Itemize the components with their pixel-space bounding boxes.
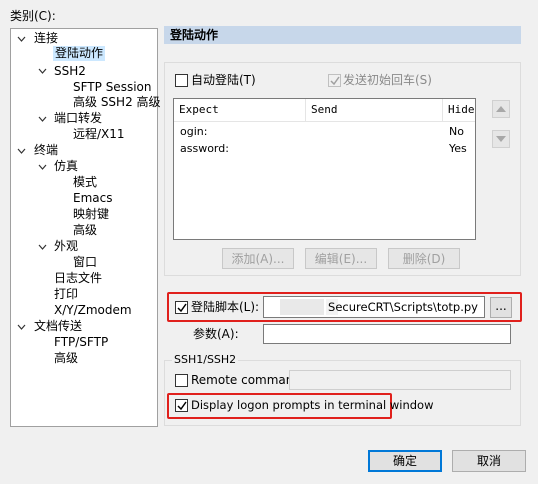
check-icon (330, 76, 340, 86)
tree-item-advanced-emulation[interactable]: 高级 (73, 223, 97, 238)
auto-logon-label[interactable]: 自动登陆(T) (191, 73, 256, 87)
send-initial-cr-checkbox[interactable] (328, 74, 341, 87)
display-prompts-checkbox[interactable] (175, 399, 188, 412)
tree-item-emacs[interactable]: Emacs (73, 191, 112, 206)
logon-script-checkbox[interactable] (175, 301, 188, 314)
collapse-icon[interactable] (38, 243, 47, 252)
collapse-icon[interactable] (38, 163, 47, 172)
remote-command-label[interactable]: Remote command: (191, 373, 305, 387)
panel-header: 登陆动作 (164, 26, 521, 44)
browse-button[interactable]: ... (490, 297, 512, 318)
collapse-icon[interactable] (17, 147, 26, 156)
tree-item-appearance[interactable]: 外观 (54, 239, 78, 254)
edit-button[interactable]: 编辑(E)... (305, 248, 377, 269)
category-label: 类别(C): (10, 9, 56, 23)
category-tree[interactable]: 连接 登陆动作 SSH2 SFTP Session 高级 SSH2 高级 端口转… (10, 28, 161, 427)
display-prompts-label[interactable]: Display logon prompts in terminal window (191, 398, 434, 412)
tree-item-ssh2[interactable]: SSH2 (54, 64, 86, 79)
collapse-icon[interactable] (17, 323, 26, 332)
table-row-hide[interactable]: Yes (449, 142, 467, 156)
tree-item-sftp-session[interactable]: SFTP Session (73, 80, 151, 95)
tree-item-xyz-modem[interactable]: X/Y/Zmodem (54, 303, 132, 318)
table-row-expect[interactable]: ogin: (180, 125, 207, 139)
logon-script-label[interactable]: 登陆脚本(L): (191, 300, 259, 314)
cancel-button[interactable]: 取消 (452, 450, 526, 472)
tree-item-printing[interactable]: 打印 (54, 287, 78, 302)
move-up-button[interactable] (492, 100, 510, 118)
collapse-icon[interactable] (38, 67, 47, 76)
delete-button[interactable]: 删除(D) (388, 248, 460, 269)
column-header-hide[interactable]: Hide (443, 99, 475, 121)
collapse-icon[interactable] (38, 115, 47, 124)
tree-item-emulation[interactable]: 仿真 (54, 159, 78, 174)
arguments-label: 参数(A): (193, 327, 239, 341)
tree-item-log-file[interactable]: 日志文件 (54, 271, 102, 286)
expect-send-list[interactable]: Expect Send Hide ogin: No assword: Yes (173, 98, 476, 240)
tree-item-port-forwarding[interactable]: 端口转发 (54, 111, 102, 126)
tree-item-file-transfer[interactable]: 文档传送 (34, 319, 82, 334)
check-icon (177, 401, 187, 411)
table-row-hide[interactable]: No (449, 125, 464, 139)
arguments-input[interactable] (263, 324, 511, 344)
column-header-send[interactable]: Send (306, 99, 443, 121)
tree-item-advanced-ssh2[interactable]: 高级 SSH2 高级 (73, 95, 161, 110)
arrow-down-icon (496, 136, 506, 142)
tree-item-mapped-keys[interactable]: 映射键 (73, 207, 109, 222)
redacted-path-segment (280, 299, 324, 315)
table-row-expect[interactable]: assword: (180, 142, 229, 156)
add-button[interactable]: 添加(A)... (222, 248, 294, 269)
tree-item-modes[interactable]: 模式 (73, 175, 97, 190)
move-down-button[interactable] (492, 130, 510, 148)
send-initial-cr-label: 发送初始回车(S) (343, 73, 432, 87)
tree-item-advanced-file-transfer[interactable]: 高级 (54, 351, 78, 366)
tree-item-logon-actions[interactable]: 登陆动作 (53, 46, 106, 61)
auto-logon-checkbox[interactable] (175, 74, 188, 87)
tree-item-terminal[interactable]: 终端 (34, 143, 58, 158)
tree-item-connection[interactable]: 连接 (34, 31, 58, 46)
logon-script-path-field[interactable]: SecureCRT\Scripts\totp.py (263, 296, 485, 318)
check-icon (177, 303, 187, 313)
collapse-icon[interactable] (17, 35, 26, 44)
tree-item-ftp-sftp[interactable]: FTP/SFTP (54, 335, 108, 350)
tree-item-window[interactable]: 窗口 (73, 255, 97, 270)
remote-command-input[interactable] (289, 370, 511, 390)
remote-command-checkbox[interactable] (175, 374, 188, 387)
ok-button[interactable]: 确定 (368, 450, 442, 472)
ssh-group-title: SSH1/SSH2 (172, 353, 239, 367)
column-header-expect[interactable]: Expect (174, 99, 306, 121)
tree-item-remote-x11[interactable]: 远程/X11 (73, 127, 125, 142)
logon-script-path: SecureCRT\Scripts\totp.py (328, 300, 478, 314)
arrow-up-icon (496, 106, 506, 112)
panel-title: 登陆动作 (170, 28, 219, 42)
